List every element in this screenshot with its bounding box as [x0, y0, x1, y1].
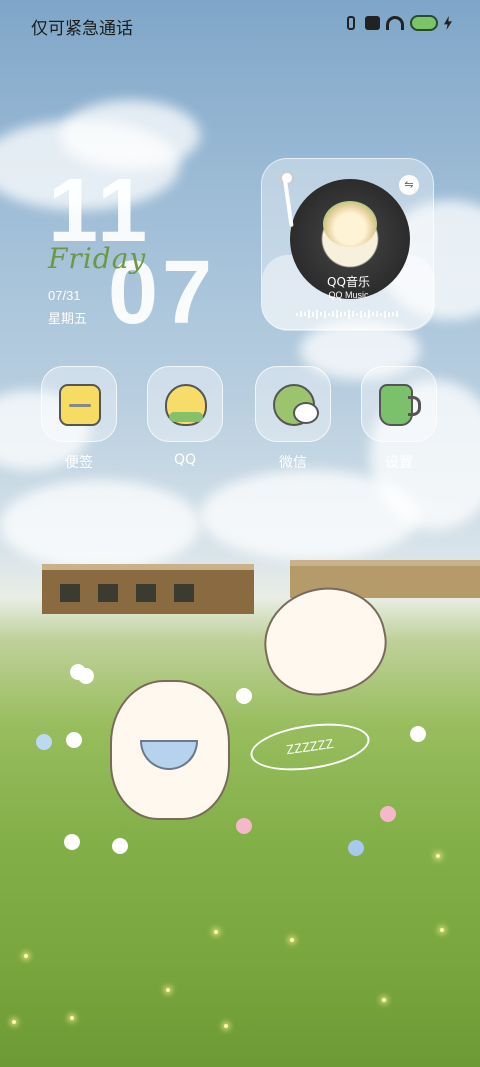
- message-icon: [365, 16, 380, 30]
- flower: [70, 664, 86, 680]
- flower: [36, 734, 52, 750]
- music-switch-icon[interactable]: ⇋: [399, 175, 419, 195]
- clock-weekday: 星期五: [48, 312, 88, 327]
- sparkle: [12, 1020, 16, 1024]
- status-text: 仅可紧急通话: [31, 19, 133, 39]
- notes-icon[interactable]: [41, 366, 117, 442]
- status-icons: [343, 15, 452, 31]
- flower: [64, 834, 80, 850]
- app-label-wechat: 微信: [279, 455, 307, 471]
- flower: [66, 732, 82, 748]
- flower: [380, 806, 396, 822]
- flower: [348, 840, 364, 856]
- sparkle: [24, 954, 28, 958]
- wallpaper-building: [42, 564, 254, 614]
- app-label-settings: 设置: [385, 455, 413, 471]
- wallpaper-cloud: [0, 480, 200, 570]
- sparkle: [224, 1024, 228, 1028]
- clock-day-name: Friday: [48, 242, 147, 275]
- sparkle: [166, 988, 170, 992]
- flower: [410, 726, 426, 742]
- sparkle: [436, 854, 440, 858]
- sleep-bubble: ZZZZZZ: [247, 716, 373, 778]
- home-screen: ZZZZZZ 仅可紧急通话 11 07 Friday 07/31 星期五 ⇋ Q…: [0, 0, 480, 1067]
- sparkle: [382, 998, 386, 1002]
- flower: [236, 688, 252, 704]
- music-title: QQ音乐: [327, 275, 370, 289]
- sparkle: [290, 938, 294, 942]
- qq-icon[interactable]: [147, 366, 223, 442]
- sparkle: [440, 928, 444, 932]
- vibrate-icon: [347, 16, 355, 30]
- wifi-icon: [386, 16, 404, 30]
- sparkle: [70, 1016, 74, 1020]
- music-subtitle: QQ Music: [328, 290, 369, 300]
- clock-widget[interactable]: 11 07 Friday 07/31 星期五: [48, 160, 248, 343]
- app-wechat[interactable]: 微信: [255, 366, 331, 472]
- status-bar: 仅可紧急通话: [0, 0, 480, 50]
- settings-icon[interactable]: [361, 366, 437, 442]
- clock-date: 07/31: [48, 288, 81, 303]
- app-label-qq: QQ: [173, 452, 197, 468]
- charging-icon: [444, 16, 452, 30]
- app-qq[interactable]: QQ: [147, 366, 223, 468]
- battery-icon: [410, 15, 438, 31]
- wechat-icon[interactable]: [255, 366, 331, 442]
- flower: [112, 838, 128, 854]
- flower: [236, 818, 252, 834]
- qq-music-widget[interactable]: ⇋ QQ音乐 QQ Music: [261, 158, 435, 331]
- app-settings[interactable]: 设置: [361, 366, 437, 472]
- album-art: [323, 201, 377, 247]
- app-notes[interactable]: 便签: [41, 366, 117, 472]
- waveform-icon: [296, 309, 402, 319]
- sparkle: [214, 930, 218, 934]
- app-label-notes: 便签: [65, 455, 93, 471]
